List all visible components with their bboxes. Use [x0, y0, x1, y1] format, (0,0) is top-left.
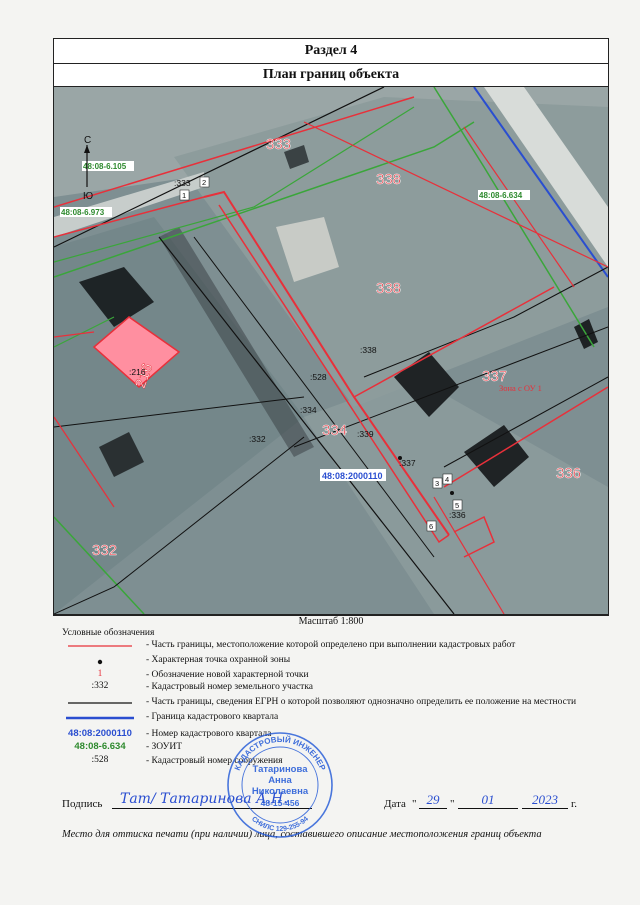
cad-339-label: :339	[357, 429, 374, 439]
cad-528-label: :528	[310, 372, 327, 382]
zone-label: Зона с ОУ 1	[499, 383, 542, 393]
zouit-634-label: 48:08-6.634	[479, 191, 523, 200]
legend-row-quarter-boundary: - Граница кадастрового квартала	[66, 712, 279, 722]
stamp-line-2: Анна	[268, 775, 292, 786]
section-title: Раздел 4	[54, 39, 608, 64]
legend-row-egrn-boundary: - Часть границы, сведения ЕГРН о которой…	[68, 697, 577, 707]
characteristic-point-dot-2	[398, 456, 402, 460]
cad-337-label: :337	[399, 458, 416, 468]
parcel-338a-label: 338	[376, 171, 401, 188]
zouit-973-label: 48:08-6.973	[61, 208, 105, 217]
date-month: 01	[458, 792, 518, 809]
legend-row-cad-number: :332 - Кадастровый номер земельного учас…	[91, 681, 314, 692]
stamp-line-3: Николаевна	[252, 786, 309, 797]
cad-336-label: :336	[449, 510, 466, 520]
date-day: 29	[419, 792, 447, 809]
point-6-label: 6	[429, 522, 433, 531]
compass-north-label: С	[84, 135, 91, 146]
svg-text:СНИЛС 129-255-94: СНИЛС 129-255-94	[250, 816, 310, 833]
date-year-suffix: г.	[571, 798, 578, 810]
stamp-bottom-text: СНИЛС 129-255-94	[250, 816, 310, 833]
map-canvas: 333 338 338 337 336 334 216 332 :333 :33…	[54, 87, 608, 614]
cad-333-label: :333	[174, 178, 191, 188]
cad-338-label: :338	[360, 345, 377, 355]
legend-point-icon	[97, 659, 103, 665]
stamp-line-1: Татаринова	[253, 764, 309, 775]
zouit-105-label: 48:08-6.105	[83, 162, 127, 171]
point-3-label: 3	[435, 479, 439, 488]
point-5-label: 5	[455, 501, 459, 510]
engineer-stamp: КАДАСТРОВЫЙ ИНЖЕНЕР СНИЛС 129-255-94 Тат…	[227, 732, 333, 838]
compass-south-label: Ю	[83, 191, 93, 202]
plan-title: План границ объекта	[54, 64, 608, 87]
point-1-label: 1	[182, 191, 186, 200]
signature-label: Подпись	[62, 798, 103, 810]
parcel-334-label: 334	[322, 422, 347, 439]
stamp-number: 48-15-456	[261, 798, 300, 808]
legend-row-new-boundary: - Часть границы, местоположение которой …	[68, 640, 516, 650]
cad-332-label: :332	[249, 434, 266, 444]
parcel-336-label: 336	[556, 465, 581, 482]
legend-row-point: - Характерная точка охранной зоны	[62, 654, 602, 668]
point-2-label: 2	[202, 178, 206, 187]
cad-216-label: :216	[129, 367, 146, 377]
parcel-338b-label: 338	[376, 280, 401, 297]
document-frame: Раздел 4 План границ объекта 333 338 338…	[53, 38, 609, 616]
parcel-333-label: 333	[266, 136, 291, 153]
date-label: Дата	[384, 798, 406, 810]
legend-title: Условные обозначения	[62, 628, 155, 638]
characteristic-point-dot	[450, 491, 454, 495]
cad-334-label: :334	[300, 405, 317, 415]
date-year: 2023	[522, 792, 568, 809]
parcel-332-label: 332	[92, 542, 117, 559]
point-4-label: 4	[445, 475, 449, 484]
boundary-plan-map: 333 338 338 337 336 334 216 332 :333 :33…	[54, 87, 608, 615]
map-scale: Масштаб 1:800	[298, 616, 364, 627]
quarter-label: 48:08:2000110	[322, 471, 383, 481]
